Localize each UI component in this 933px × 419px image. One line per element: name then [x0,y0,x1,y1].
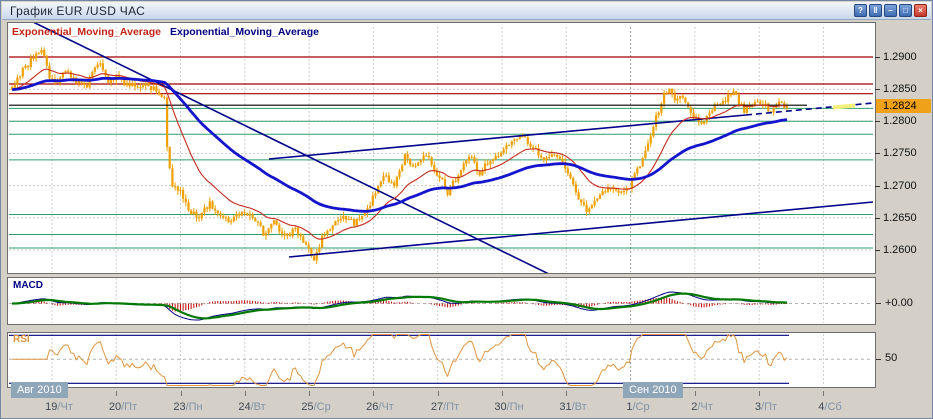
price-axis-tick [875,186,880,187]
date-label: 20/Пт [96,401,150,413]
price-axis-label: 1.2650 [883,212,917,224]
indicator-label: Exponential_Moving_Average [170,26,319,38]
date-label: 1/Ср [611,401,665,413]
price-axis-label: 1.2750 [883,147,917,159]
date-label: 24/Вт [225,401,279,413]
indicator-labels: Exponential_Moving_Average Exponential_Mo… [12,26,319,38]
date-label: 30/Пн [482,401,536,413]
price-axis-tick [875,57,880,58]
window-title: График EUR /USD ЧАС [10,4,145,18]
macd-signal-line [12,294,787,319]
time-axis-tick [759,391,760,396]
macd-canvas[interactable] [8,278,875,324]
date-label: 19/Чт [32,401,86,413]
rsi-label: RSI [13,334,30,345]
help-button[interactable]: ? [854,4,867,17]
trendlines[interactable] [31,23,873,273]
time-axis-tick [245,391,246,396]
vertical-gridlines [52,278,824,323]
main-chart-canvas[interactable] [8,23,875,273]
price-axis-tick [875,218,880,219]
indicator-label: Exponential_Moving_Average [12,26,161,38]
price-axis-label: 1.2850 [883,83,917,95]
date-label: 23/Пн [161,401,215,413]
date-label: 25/Ср [289,401,343,413]
date-label: 31/Вт [546,401,600,413]
rsi-line [12,335,787,386]
price-axis-tick [875,121,880,122]
price-axis-label: 1.2600 [883,244,917,256]
month-label: Авг 2010 [11,382,68,398]
ema-slow-line [12,78,787,211]
vertical-gridlines [52,27,824,272]
time-axis-tick [373,391,374,396]
price-axis-tick [875,250,880,251]
date-label: 2/Чт [675,401,729,413]
price-axis-label: 1.2900 [883,51,917,63]
time-axis-tick [695,391,696,396]
price-axis-label: 1.2800 [883,115,917,127]
time-axis-tick [116,391,117,396]
time-axis: 19/Чт 20/Пт 23/Пн 24/Вт 25/Ср 26/Чт 27/Пт 30/Пн… [1,390,933,419]
time-axis-tick [181,391,182,396]
month-label: Сен 2010 [623,382,683,398]
time-axis-tick [502,391,503,396]
price-axis-tick [875,89,880,90]
price-axis-tick [875,153,880,154]
macd-zero-tick [876,303,881,304]
highlight-segment [833,106,855,108]
date-label: 27/Пт [418,401,472,413]
current-price-value: 1.2824 [883,100,917,112]
ema-fast-line [12,69,787,239]
macd-label: MACD [13,280,43,291]
date-label: 26/Чт [353,401,407,413]
price-axis: 1.2824 1.2900 1.2850 1.2800 1.2750 1.2700 1.2… [875,1,933,419]
time-axis-tick [823,391,824,396]
rsi-canvas[interactable] [8,333,875,387]
title-bar[interactable]: График EUR /USD ЧАС ?‖–□× [2,2,931,20]
time-axis-tick [309,391,310,396]
rsi-level-label: 50 [885,352,897,364]
price-axis-label: 1.2700 [883,180,917,192]
time-axis-tick [438,391,439,396]
support-resistance-levels[interactable] [9,57,873,248]
current-price-tag: 1.2824 [876,99,931,113]
date-label: 4/Сб [803,401,857,413]
time-axis-tick [566,391,567,396]
date-label: 3/Пт [739,401,793,413]
chart-window: График EUR /USD ЧАС ?‖–□× Exponential_Mo… [0,0,933,419]
macd-zero-label: +0.00 [885,297,913,309]
rsi-level-tick [876,359,881,360]
